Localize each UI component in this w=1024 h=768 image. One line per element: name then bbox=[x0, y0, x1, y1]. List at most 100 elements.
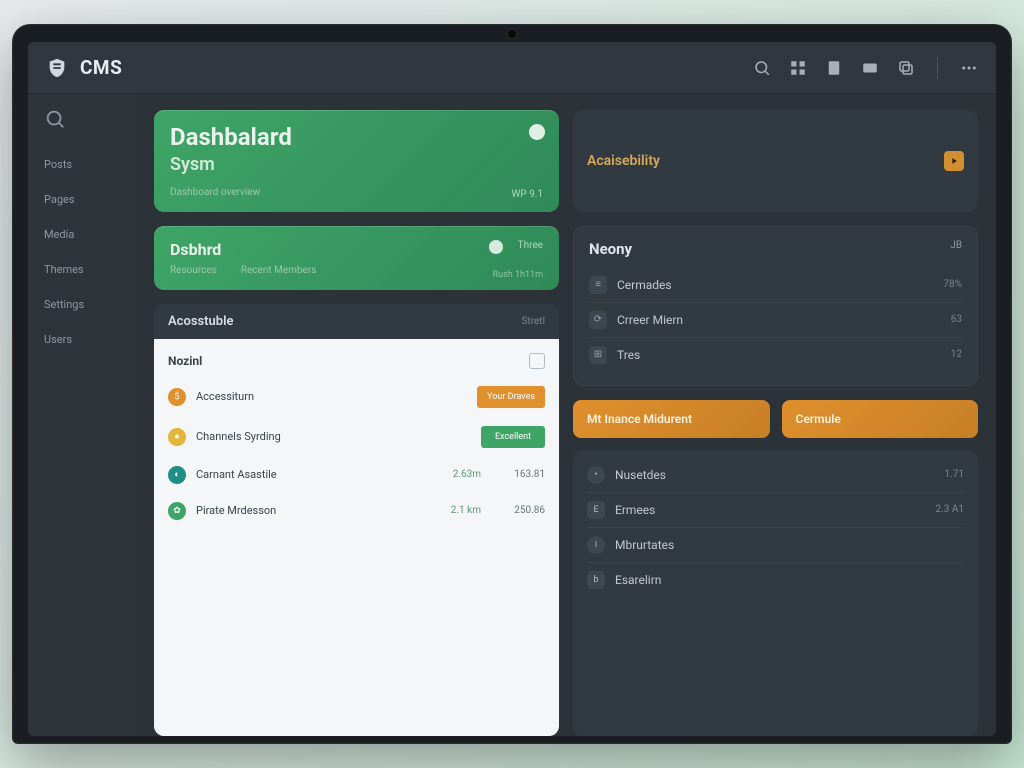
neon-row-value: 78% bbox=[943, 279, 962, 290]
item-value: 1.71 bbox=[945, 469, 965, 480]
accessible-body: Nozinl $ Accessiturn Your Draves ● Chann… bbox=[154, 339, 559, 736]
neon-row-value: 63 bbox=[951, 314, 962, 325]
row-label: Accessiturn bbox=[196, 390, 467, 403]
app-screen: CMS Posts Pages Media Themes Settings bbox=[28, 42, 996, 736]
mini-pill: Three bbox=[518, 240, 543, 251]
brand-shield-icon bbox=[46, 57, 68, 79]
hero-card[interactable]: Dashbalard Sysm Dashboard overview WP 9.… bbox=[154, 110, 559, 212]
hero-title: Dashbalard bbox=[170, 124, 543, 152]
app-header: CMS bbox=[28, 42, 996, 94]
mini-footer: Rush 1h11m bbox=[493, 270, 543, 280]
item-icon: i bbox=[587, 536, 605, 554]
neon-row[interactable]: ≡ Cermades 78% bbox=[589, 268, 962, 302]
grid-icon[interactable] bbox=[789, 59, 807, 77]
expand-icon[interactable] bbox=[529, 353, 545, 369]
accessible-panel: Acosstuble Stretl Nozinl $ Accessiturn Y… bbox=[154, 304, 559, 736]
sidebar-item-themes[interactable]: Themes bbox=[36, 253, 128, 286]
row-label: Channels Syrding bbox=[196, 430, 471, 443]
accessibility-action-icon[interactable] bbox=[944, 151, 964, 171]
neon-row-label: Crreer Miern bbox=[617, 313, 683, 327]
table-row[interactable]: $ Accessiturn Your Draves bbox=[154, 377, 559, 417]
table-row[interactable]: ✿ Pirate Mrdesson 2.1 km 250.86 bbox=[154, 493, 559, 529]
neon-title: Neony bbox=[589, 240, 962, 258]
item-label: Nusetdes bbox=[615, 468, 666, 482]
neon-row-value: 12 bbox=[951, 349, 962, 360]
dashboard-mini-card[interactable]: Dsbhrd Three Resources Recent Members Ru… bbox=[154, 226, 559, 290]
brand: CMS bbox=[46, 56, 122, 79]
doc-icon[interactable] bbox=[825, 59, 843, 77]
item-label: Mbrurtates bbox=[615, 538, 674, 552]
activity-list: • Nusetdes 1.71 E Ermees 2.3 A1 i Mbrurt… bbox=[573, 450, 978, 736]
neon-badge: JB bbox=[950, 240, 962, 251]
main-content: Dashbalard Sysm Dashboard overview WP 9.… bbox=[136, 94, 996, 736]
table-row[interactable]: ◐ Carnant Asastile 2.63m 163.81 bbox=[154, 457, 559, 493]
accessibility-card[interactable]: Acaisebility bbox=[573, 110, 978, 212]
item-value: 2.3 A1 bbox=[935, 504, 964, 515]
sidebar-item-settings[interactable]: Settings bbox=[36, 288, 128, 321]
orange-right-label: Cermule bbox=[796, 412, 841, 426]
hero-stat: WP 9.1 bbox=[511, 189, 543, 200]
header-divider bbox=[937, 57, 938, 79]
row-label: Carnant Asastile bbox=[196, 468, 417, 481]
row-label: Pirate Mrdesson bbox=[196, 504, 417, 517]
list-icon: ≡ bbox=[589, 276, 607, 294]
right-lower-column: Mt Inance Midurent Cermule • Nusetdes 1.… bbox=[573, 400, 978, 736]
list-item[interactable]: E Ermees 2.3 A1 bbox=[587, 492, 964, 527]
item-label: Esarelirn bbox=[615, 573, 661, 587]
copy-icon[interactable] bbox=[897, 59, 915, 77]
orange-card-right[interactable]: Cermule bbox=[782, 400, 979, 438]
camera-dot bbox=[508, 30, 516, 38]
neon-row-label: Tres bbox=[617, 348, 640, 362]
item-icon: • bbox=[587, 466, 605, 484]
item-icon: b bbox=[587, 571, 605, 589]
hero-caption: Dashboard overview bbox=[170, 187, 543, 198]
header-actions bbox=[753, 57, 978, 79]
item-icon: E bbox=[587, 501, 605, 519]
mini-dot-icon bbox=[489, 240, 503, 254]
more-icon[interactable] bbox=[960, 59, 978, 77]
accessible-panel-title: Nozinl bbox=[168, 354, 202, 368]
refresh-icon: ⟳ bbox=[589, 311, 607, 329]
row-pill: Excellent bbox=[481, 426, 545, 448]
sidebar-item-media[interactable]: Media bbox=[36, 218, 128, 251]
sidebar-search-icon[interactable] bbox=[44, 108, 66, 130]
mini-meta-2: Recent Members bbox=[241, 265, 317, 276]
sidebar: Posts Pages Media Themes Settings Users bbox=[28, 94, 136, 736]
list-item[interactable]: • Nusetdes 1.71 bbox=[587, 458, 964, 492]
neon-row[interactable]: ⊞ Tres 12 bbox=[589, 337, 962, 372]
row-status-icon: ✿ bbox=[168, 502, 186, 520]
row-status-icon: $ bbox=[168, 388, 186, 406]
table-row[interactable]: ● Channels Syrding Excellent bbox=[154, 417, 559, 457]
row-value-2: 250.86 bbox=[491, 505, 545, 516]
row-status-icon: ● bbox=[168, 428, 186, 446]
neon-panel: Neony JB ≡ Cermades 78% ⟳ Crreer Miern 6… bbox=[573, 226, 978, 386]
row-status-icon: ◐ bbox=[168, 466, 186, 484]
row-value-2: 163.81 bbox=[491, 469, 545, 480]
accessibility-label: Acaisebility bbox=[587, 153, 660, 169]
sidebar-item-pages[interactable]: Pages bbox=[36, 183, 128, 216]
brand-title: CMS bbox=[80, 56, 122, 79]
row-value-1: 2.1 km bbox=[427, 505, 481, 516]
card-icon[interactable] bbox=[861, 59, 879, 77]
orange-card-left[interactable]: Mt Inance Midurent bbox=[573, 400, 770, 438]
row-pill: Your Draves bbox=[477, 386, 545, 408]
item-label: Ermees bbox=[615, 503, 655, 517]
sidebar-item-users[interactable]: Users bbox=[36, 323, 128, 356]
search-icon[interactable] bbox=[753, 59, 771, 77]
neon-row[interactable]: ⟳ Crreer Miern 63 bbox=[589, 302, 962, 337]
mini-title: Dsbhrd bbox=[170, 240, 221, 259]
orange-left-label: Mt Inance Midurent bbox=[587, 412, 692, 426]
accessibility-strip: Acaisebility bbox=[573, 110, 978, 212]
sidebar-item-posts[interactable]: Posts bbox=[36, 148, 128, 181]
list-item[interactable]: b Esarelirn bbox=[587, 562, 964, 597]
grid-small-icon: ⊞ bbox=[589, 346, 607, 364]
accessible-header: Acosstuble Stretl bbox=[154, 304, 559, 339]
hero-badge-icon bbox=[529, 124, 545, 140]
mini-meta-1: Resources bbox=[170, 265, 217, 276]
row-value-1: 2.63m bbox=[427, 469, 481, 480]
neon-row-label: Cermades bbox=[617, 278, 672, 292]
list-item[interactable]: i Mbrurtates bbox=[587, 527, 964, 562]
accessible-stat: Stretl bbox=[521, 316, 545, 327]
device-frame: CMS Posts Pages Media Themes Settings bbox=[12, 24, 1012, 744]
accessible-title: Acosstuble bbox=[168, 314, 234, 329]
